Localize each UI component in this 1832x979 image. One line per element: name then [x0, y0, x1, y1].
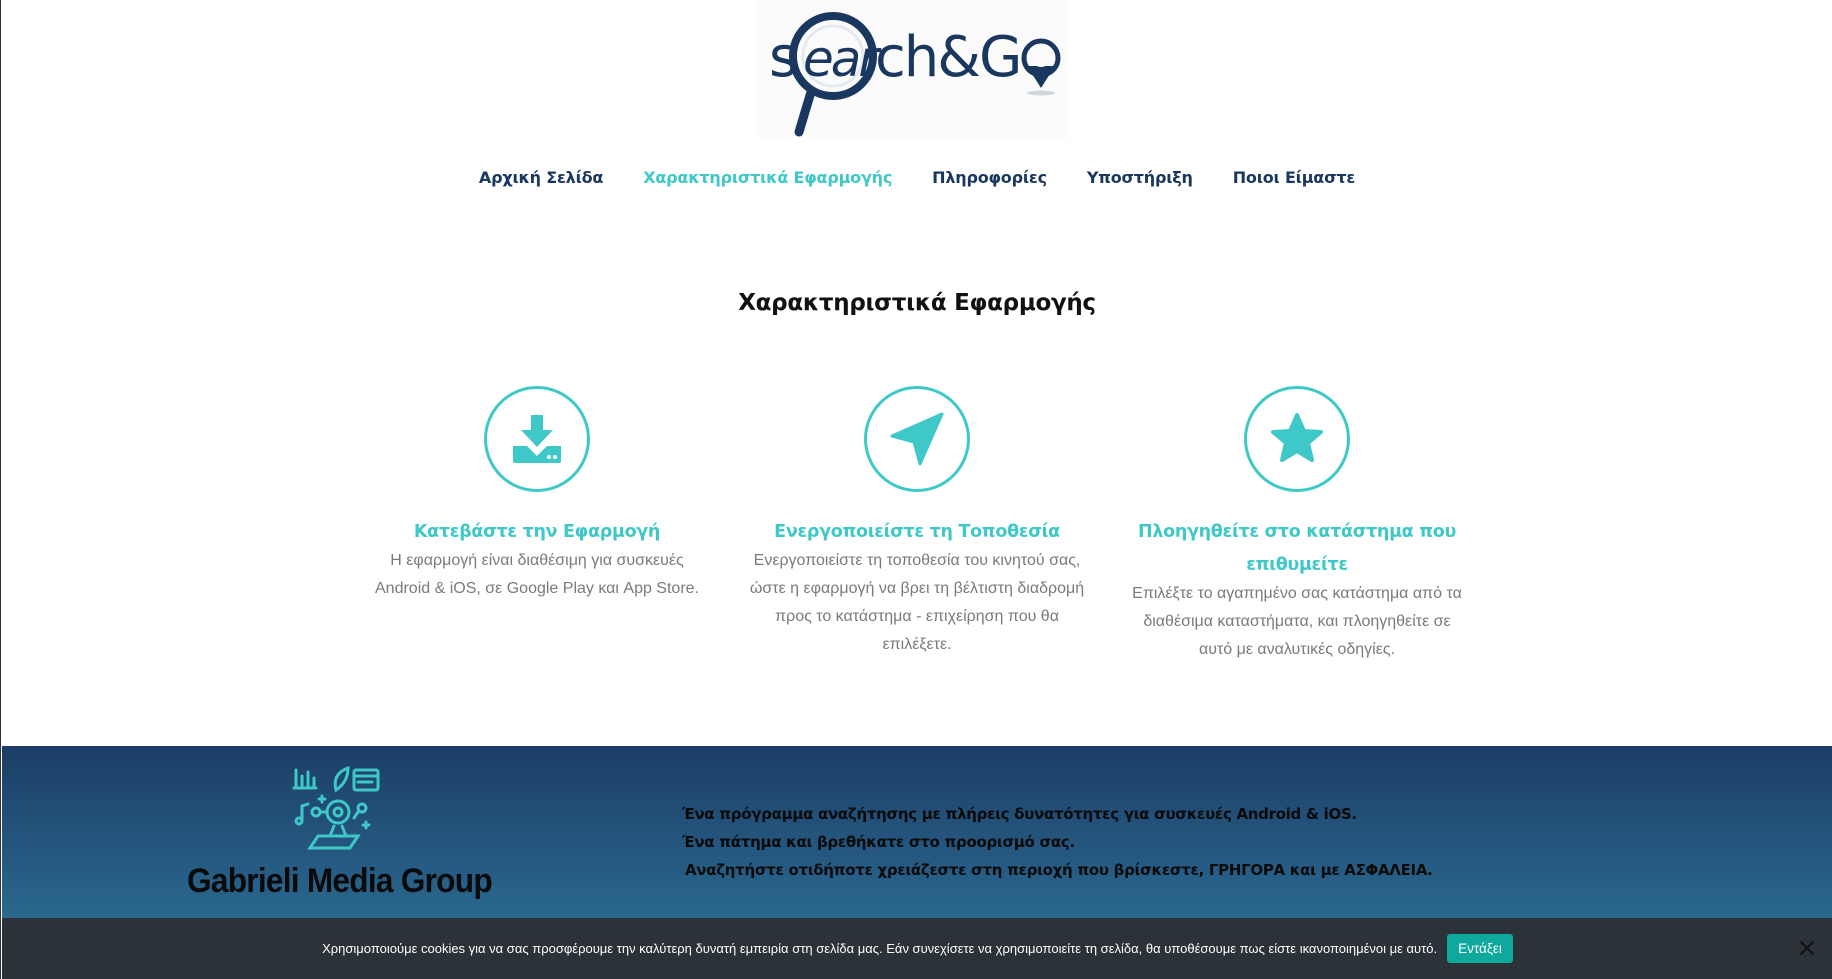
brand-name: Gabrieli Media Group: [187, 862, 493, 900]
location-arrow-icon: [890, 412, 944, 466]
feature-description-line: αυτό με αναλυτικές οδηγίες.: [1198, 641, 1396, 658]
nav-item-features[interactable]: Χαρακτηριστικά Εφαρμογής: [643, 168, 892, 187]
svg-text:ear: ear: [803, 30, 882, 88]
feature-description-line: Η εφαρμογή είναι διαθέσιμη για συσκευές: [390, 552, 684, 569]
feature-description-line: προς το κατάστημα - επιχείρηση που θα: [775, 608, 1059, 625]
gabrieli-media-logo[interactable]: Gabrieli Media Group: [187, 766, 493, 901]
feature-icon-circle: [484, 386, 590, 492]
page: s ear ch&G Αρχική Σελίδα Χαρακτηριστικά …: [0, 0, 1832, 979]
feature-description: Ενεργοποιείστε τη τοποθεσία του κινητού …: [747, 547, 1087, 659]
feature-description: Η εφαρμογή είναι διαθέσιμη για συσκευές …: [367, 547, 707, 603]
footer-description: Ένα πρόγραμμα αναζήτησης με πλήρεις δυνα…: [682, 800, 1433, 884]
search-and-go-logo: s ear ch&G: [769, 12, 1061, 137]
feature-description-line: ώστε η εφαρμογή να βρει τη βέλτιστη διαδ…: [749, 580, 1085, 597]
cookie-notice-bar: Χρησιμοποιούμε cookies για να σας προσφέ…: [2, 918, 1832, 979]
nav-item-info[interactable]: Πληροφορίες: [932, 168, 1047, 187]
svg-text:ch&G: ch&G: [875, 25, 1020, 90]
feature-title-line: Πλοηγηθείτε στο κατάστημα που: [1138, 522, 1456, 542]
download-icon: [513, 415, 561, 463]
main-nav: Αρχική Σελίδα Χαρακτηριστικά Εφαρμογής Π…: [1, 168, 1832, 187]
nav-item-support[interactable]: Υποστήριξη: [1087, 168, 1193, 187]
cookie-notice-text: Χρησιμοποιούμε cookies για να σας προσφέ…: [322, 941, 1438, 956]
feature-icon-circle: [864, 386, 970, 492]
feature-title: Πλοηγηθείτε στο κατάστημα που επιθυμείτε: [1127, 516, 1467, 582]
feature-download: Κατεβάστε την Εφαρμογή Η εφαρμογή είναι …: [367, 386, 707, 603]
feature-description-line: επιλέξετε.: [882, 636, 952, 653]
feature-title-line: επιθυμείτε: [1246, 555, 1348, 575]
section-title: Χαρακτηριστικά Εφαρμογής: [738, 290, 1096, 316]
feature-description-line: Android & iOS, σε Google Play και App St…: [375, 580, 699, 597]
feature-location: Ενεργοποιείστε τη Τοποθεσία Ενεργοποιείσ…: [747, 386, 1087, 659]
feature-description-line: Επιλέξτε το αγαπημένο σας κατάστημα από …: [1132, 585, 1462, 602]
media-icons-illustration: [292, 766, 380, 850]
feature-description-line: διαθέσιμα καταστήματα, και πλοηγηθείτε σ…: [1143, 613, 1451, 630]
cookie-accept-button[interactable]: Εντάξει: [1447, 934, 1513, 963]
nav-item-about[interactable]: Ποιοι Είμαστε: [1233, 168, 1356, 187]
feature-title: Ενεργοποιείστε τη Τοποθεσία: [774, 522, 1060, 542]
footer-line: Αναζητήστε οτιδήποτε χρειάζεστε στη περι…: [685, 861, 1433, 879]
nav-item-home[interactable]: Αρχική Σελίδα: [479, 168, 604, 187]
footer-line: Ένα πρόγραμμα αναζήτησης με πλήρεις δυνα…: [682, 805, 1357, 823]
close-icon[interactable]: [1797, 938, 1817, 958]
star-icon: [1271, 413, 1323, 462]
feature-description: Επιλέξτε το αγαπημένο σας κατάστημα από …: [1127, 580, 1467, 664]
footer-line: Ένα πάτημα και βρεθήκατε στο προορισμό σ…: [682, 833, 1075, 851]
feature-description-line: Ενεργοποιείστε τη τοποθεσία του κινητού …: [753, 552, 1081, 569]
feature-title: Κατεβάστε την Εφαρμογή: [413, 522, 661, 542]
feature-icon-circle: [1244, 386, 1350, 492]
site-logo[interactable]: s ear ch&G: [757, 0, 1069, 138]
feature-navigate: Πλοηγηθείτε στο κατάστημα που επιθυμείτε…: [1127, 386, 1467, 664]
